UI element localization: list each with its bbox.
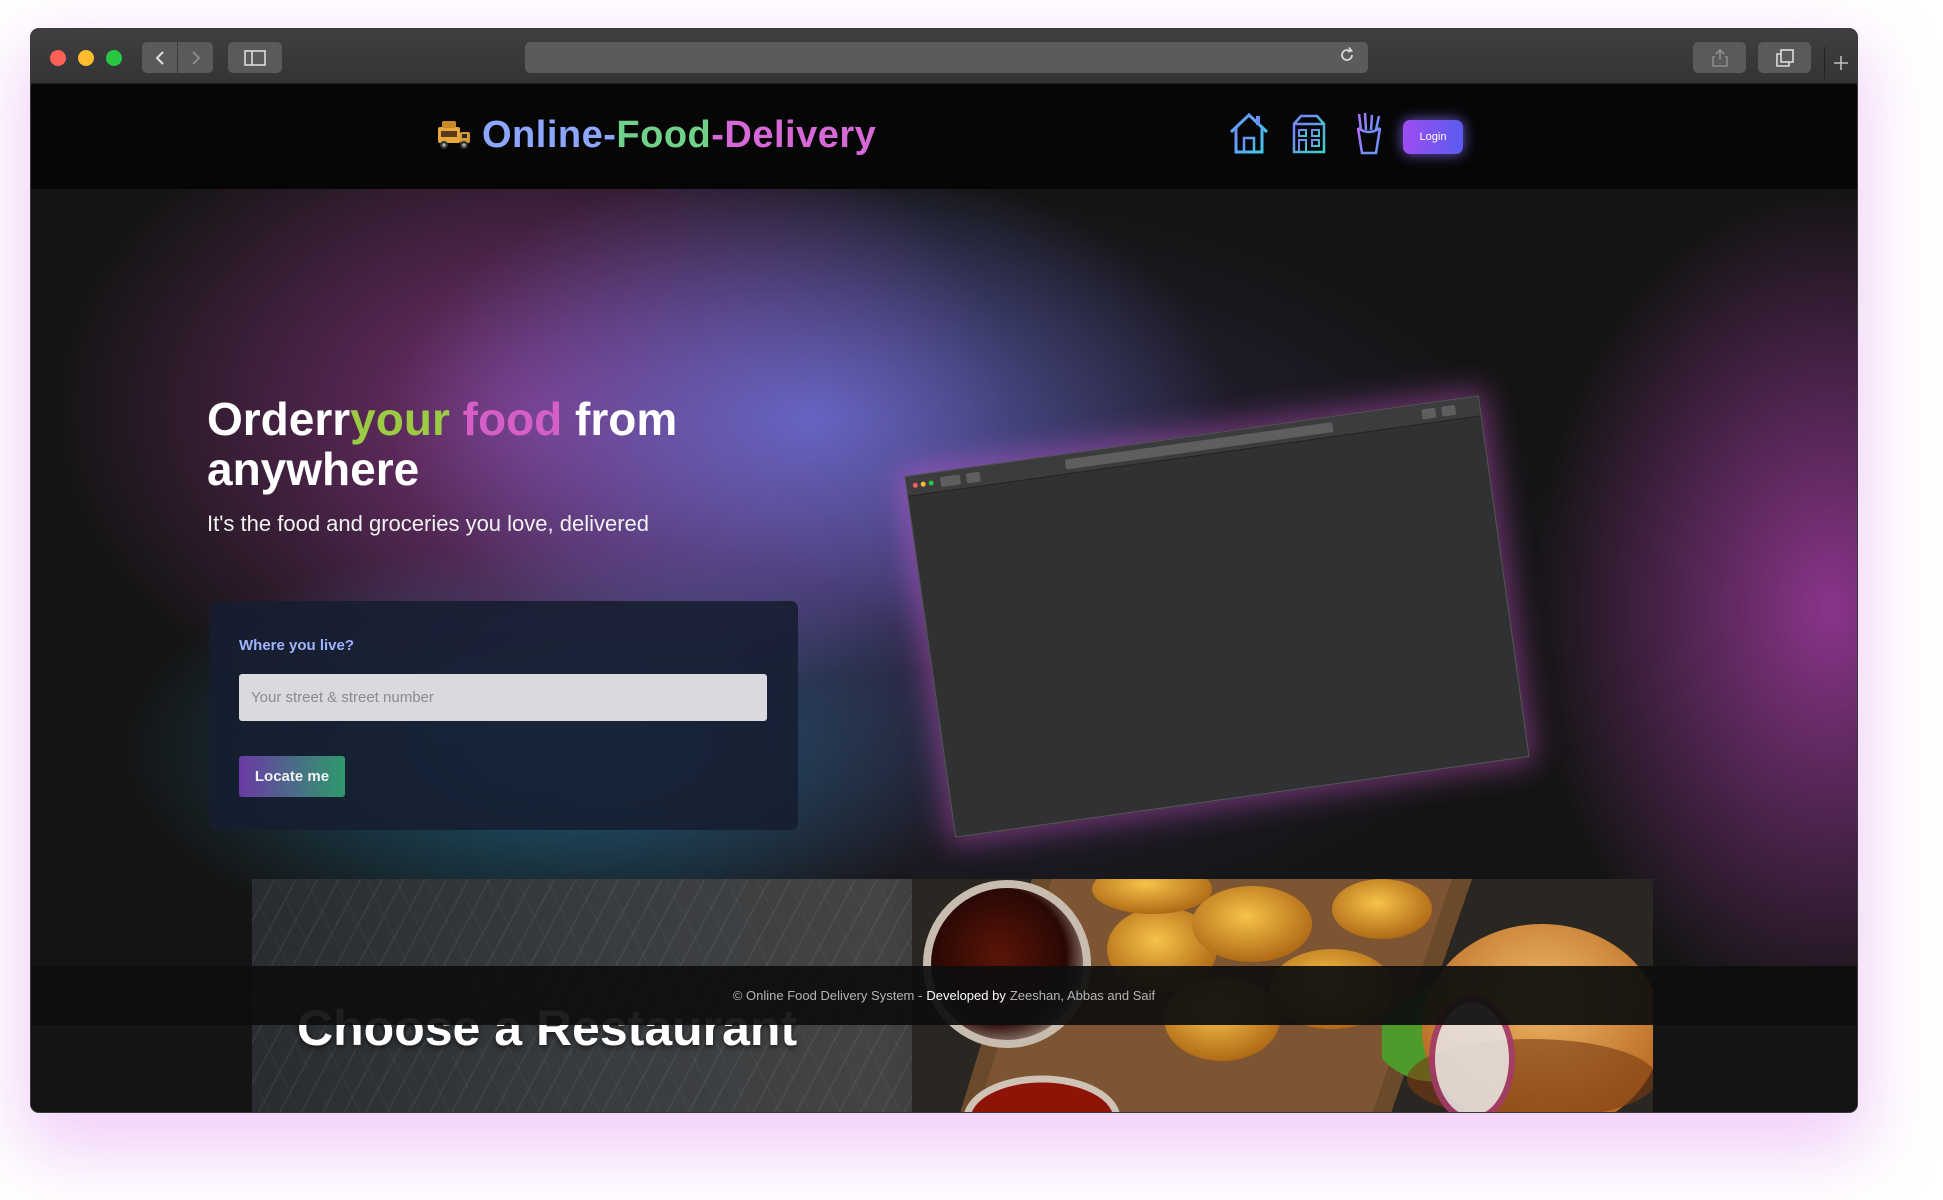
brand-name-part3: -Delivery: [711, 113, 877, 156]
hero-headline: Orderryour food from anywhere: [207, 394, 727, 494]
address-input[interactable]: [239, 674, 767, 721]
brand-name-part1: Online-: [482, 113, 617, 156]
address-bar[interactable]: [525, 42, 1368, 73]
locate-me-button[interactable]: Locate me: [239, 756, 345, 797]
forward-button[interactable]: [178, 42, 213, 73]
browser-toolbar: [31, 29, 1857, 84]
chevron-left-icon: [155, 50, 164, 65]
share-button[interactable]: [1693, 42, 1746, 73]
headline-part-order: Orderr: [207, 393, 351, 445]
reload-icon[interactable]: [1338, 46, 1356, 70]
nav-icon-group: [1228, 110, 1390, 156]
brand-name-part2: Food: [616, 113, 712, 156]
restaurants-icon[interactable]: [1288, 110, 1330, 156]
headline-part-your: your: [350, 393, 450, 445]
new-tab-button[interactable]: [1824, 47, 1856, 79]
location-form-card: Where you live? Locate me: [209, 601, 798, 830]
sidebar-toggle-button[interactable]: [228, 42, 282, 73]
zoom-window-button[interactable]: [106, 50, 122, 66]
headline-part-food: food: [462, 393, 563, 445]
fries-icon[interactable]: [1348, 110, 1390, 156]
minimize-window-button[interactable]: [78, 50, 94, 66]
browser-window: Online-Food-Delivery Login Orderryour fo…: [30, 28, 1858, 1113]
mockup-toolbar: [905, 396, 1481, 497]
browser-mockup-image: [904, 395, 1530, 838]
location-label: Where you live?: [239, 637, 355, 654]
hero-subheadline: It's the food and groceries you love, de…: [207, 511, 650, 536]
brand-logo-link[interactable]: Online-Food-Delivery: [432, 110, 876, 160]
tab-overview-button[interactable]: [1758, 42, 1811, 73]
tabs-icon: [1775, 48, 1794, 67]
web-page: Online-Food-Delivery Login Orderryour fo…: [31, 84, 1857, 1112]
share-icon: [1711, 48, 1728, 67]
home-icon[interactable]: [1228, 110, 1270, 156]
close-window-button[interactable]: [50, 50, 66, 66]
site-navbar: Online-Food-Delivery Login: [31, 84, 1857, 189]
footer-copyright: © Online Food Delivery System -: [732, 988, 923, 1003]
brand-name: Online-Food-Delivery: [482, 114, 876, 157]
footer-developed-by: Developed by: [926, 988, 1006, 1003]
login-button[interactable]: Login: [1403, 120, 1463, 154]
plus-icon: [1833, 56, 1848, 70]
back-button[interactable]: [142, 42, 177, 73]
sidebar-icon: [244, 49, 266, 66]
site-footer: © Online Food Delivery System - Develope…: [31, 966, 1857, 1025]
food-truck-icon: [438, 121, 470, 149]
footer-developers: Zeeshan, Abbas and Saif: [1009, 988, 1156, 1003]
chevron-right-icon: [191, 50, 200, 65]
